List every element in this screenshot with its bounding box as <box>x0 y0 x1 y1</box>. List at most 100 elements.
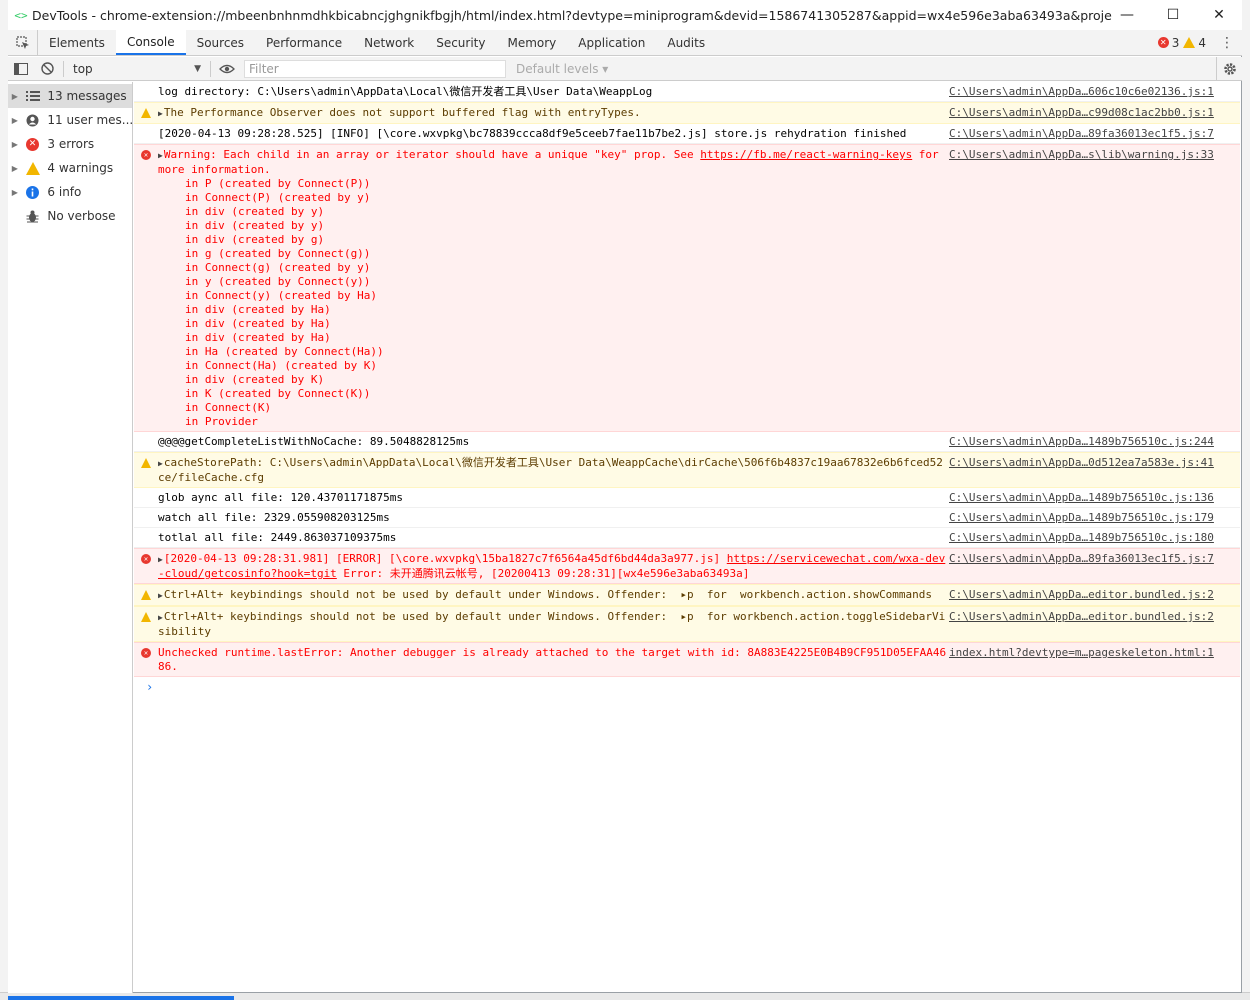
sidebar-item-label: No verbose <box>47 209 116 223</box>
log-levels-dropdown[interactable]: Default levels ▾ <box>516 62 608 76</box>
console-message[interactable]: @@@@getCompleteListWithNoCache: 89.50488… <box>134 432 1240 452</box>
panel-tab-bar: Elements Console Sources Performance Net… <box>8 30 1242 56</box>
expand-arrow-icon: ▶ <box>11 163 18 173</box>
tab-sources[interactable]: Sources <box>186 30 255 55</box>
message-text: cacheStorePath: C:\Users\admin\AppData\L… <box>158 456 943 484</box>
tab-memory[interactable]: Memory <box>496 30 567 55</box>
error-icon: ✕ <box>140 553 152 565</box>
sidebar-item-label: 13 messages <box>47 89 127 103</box>
message-link[interactable]: https://fb.me/react-warning-keys <box>700 148 912 161</box>
error-count-badge[interactable]: ✕ 3 <box>1157 36 1179 50</box>
sidebar-item-warnings[interactable]: ▶ 4 warnings <box>8 156 132 180</box>
stack-frame: in Connect(Ha) (created by K) <box>185 359 378 372</box>
warning-icon <box>140 611 152 623</box>
stack-frame: in K (created by Connect(K)) <box>185 387 371 400</box>
console-messages: log directory: C:\Users\admin\AppData\Lo… <box>134 82 1240 992</box>
error-icon: ✕ <box>140 149 152 161</box>
filter-input[interactable]: Filter <box>244 59 506 78</box>
stack-frame: in y (created by Connect(y)) <box>185 275 371 288</box>
expand-triangle-icon[interactable]: ▶ <box>158 555 163 564</box>
console-toolbar: top ▼ Filter Default levels ▾ <box>8 56 1242 81</box>
expand-arrow-icon: ▶ <box>11 139 18 149</box>
warning-icon <box>140 589 152 601</box>
source-link[interactable]: C:\Users\admin\AppDa…c99d08c1ac2bb0.js:1 <box>949 106 1214 120</box>
source-link[interactable]: C:\Users\admin\AppDa…1489b756510c.js:244 <box>949 435 1214 449</box>
context-selector[interactable]: top ▼ <box>67 59 207 79</box>
console-message[interactable]: watch all file: 2329.055908203125ms C:\U… <box>134 508 1240 528</box>
sidebar-item-label: 3 errors <box>47 137 95 151</box>
source-link[interactable]: index.html?devtype=m…pageskeleton.html:1 <box>949 646 1214 660</box>
tab-console[interactable]: Console <box>115 30 186 55</box>
source-link[interactable]: C:\Users\admin\AppDa…1489b756510c.js:180 <box>949 531 1214 545</box>
console-message-error[interactable]: ✕ Unchecked runtime.lastError: Another d… <box>134 642 1240 677</box>
expand-triangle-icon[interactable]: ▶ <box>158 591 163 600</box>
tab-elements[interactable]: Elements <box>38 30 116 55</box>
tab-audits[interactable]: Audits <box>656 30 716 55</box>
console-settings-gear-icon[interactable] <box>1216 56 1242 81</box>
stack-frame: in P (created by Connect(P)) <box>185 177 371 190</box>
devtools-app-icon: <> <box>14 8 28 22</box>
warning-icon <box>1183 37 1196 48</box>
warning-count-badge[interactable]: 4 <box>1183 36 1206 50</box>
console-message[interactable]: [2020-04-13 09:28:28.525] [INFO] [\core.… <box>134 124 1240 144</box>
message-text: The Performance Observer does not suppor… <box>163 106 641 119</box>
console-message-warning[interactable]: ▶cacheStorePath: C:\Users\admin\AppData\… <box>134 452 1240 488</box>
source-link[interactable]: C:\Users\admin\AppDa…editor.bundled.js:2 <box>949 588 1214 602</box>
source-link[interactable]: C:\Users\admin\AppDa…89fa36013ec1f5.js:7 <box>949 127 1214 141</box>
stack-frame: in div (created by K) <box>185 373 325 386</box>
tab-application[interactable]: Application <box>567 30 656 55</box>
source-link[interactable]: C:\Users\admin\AppDa…1489b756510c.js:179 <box>949 511 1214 525</box>
stack-frame: in Connect(P) (created by y) <box>185 191 371 204</box>
source-link[interactable]: C:\Users\admin\AppDa…1489b756510c.js:136 <box>949 491 1214 505</box>
sidebar-toggle-icon[interactable] <box>8 57 34 81</box>
source-link[interactable]: C:\Users\admin\AppDa…editor.bundled.js:2 <box>949 610 1214 624</box>
console-message-error[interactable]: ✕ ▶[2020-04-13 09:28:31.981] [ERROR] [\c… <box>134 548 1240 584</box>
background-right <box>1242 0 1250 1000</box>
warning-icon <box>140 107 152 119</box>
tab-security[interactable]: Security <box>425 30 496 55</box>
inspect-element-icon[interactable] <box>8 30 38 55</box>
sidebar-item-errors[interactable]: ▶ ✕ 3 errors <box>8 132 132 156</box>
live-expression-eye-icon[interactable] <box>214 57 240 81</box>
source-link[interactable]: C:\Users\admin\AppDa…s\lib\warning.js:33 <box>949 148 1214 162</box>
clear-console-icon[interactable] <box>34 57 60 81</box>
expand-triangle-icon[interactable]: ▶ <box>158 151 163 160</box>
dropdown-arrow-icon: ▼ <box>194 63 201 74</box>
source-link[interactable]: C:\Users\admin\AppDa…89fa36013ec1f5.js:7 <box>949 552 1214 566</box>
console-prompt[interactable]: › <box>134 677 1240 694</box>
sidebar-item-info[interactable]: ▶ 6 info <box>8 180 132 204</box>
console-message[interactable]: glob aync all file: 120.43701171875ms C:… <box>134 488 1240 508</box>
maximize-button[interactable]: ☐ <box>1150 0 1196 30</box>
close-button[interactable]: ✕ <box>1196 0 1242 30</box>
console-message[interactable]: totlal all file: 2449.863037109375ms C:\… <box>134 528 1240 548</box>
expand-arrow-icon: ▶ <box>11 115 18 125</box>
sidebar-item-messages[interactable]: ▶ 13 messages <box>8 84 132 108</box>
console-message-warning[interactable]: ▶The Performance Observer does not suppo… <box>134 102 1240 124</box>
source-link[interactable]: C:\Users\admin\AppDa…0d512ea7a583e.js:41 <box>949 456 1214 470</box>
expand-triangle-icon[interactable]: ▶ <box>158 613 163 622</box>
tab-performance[interactable]: Performance <box>255 30 353 55</box>
expand-triangle-icon[interactable]: ▶ <box>158 459 163 468</box>
message-text: log directory: C:\Users\admin\AppData\Lo… <box>158 85 653 98</box>
taskbar-highlight <box>8 996 234 1000</box>
console-message[interactable]: log directory: C:\Users\admin\AppData\Lo… <box>134 82 1240 102</box>
more-options-icon[interactable]: ⋮ <box>1220 35 1234 51</box>
list-icon <box>22 91 44 101</box>
minimize-button[interactable]: — <box>1104 0 1150 30</box>
expand-arrow-icon: ▶ <box>11 187 18 197</box>
devtools-window: <> DevTools - chrome-extension://mbeenbn… <box>8 0 1242 993</box>
console-message-error[interactable]: ✕ ▶Warning: Each child in an array or it… <box>134 144 1240 432</box>
console-message-warning[interactable]: ▶Ctrl+Alt+ keybindings should not be use… <box>134 606 1240 642</box>
sidebar-item-verbose[interactable]: No verbose <box>8 204 132 228</box>
bug-icon <box>22 210 44 223</box>
source-link[interactable]: C:\Users\admin\AppDa…606c10c6e02136.js:1 <box>949 85 1214 99</box>
console-message-warning[interactable]: ▶Ctrl+Alt+ keybindings should not be use… <box>134 584 1240 606</box>
tab-network[interactable]: Network <box>353 30 425 55</box>
sidebar-item-user-messages[interactable]: ▶ 11 user mes... <box>8 108 132 132</box>
expand-triangle-icon[interactable]: ▶ <box>158 109 163 118</box>
toolbar-divider <box>63 60 64 77</box>
title-bar: <> DevTools - chrome-extension://mbeenbn… <box>8 0 1242 30</box>
message-text: watch all file: 2329.055908203125ms <box>158 511 390 524</box>
message-text: Warning: Each child in an array or itera… <box>163 148 701 161</box>
sidebar-item-label: 6 info <box>47 185 82 199</box>
